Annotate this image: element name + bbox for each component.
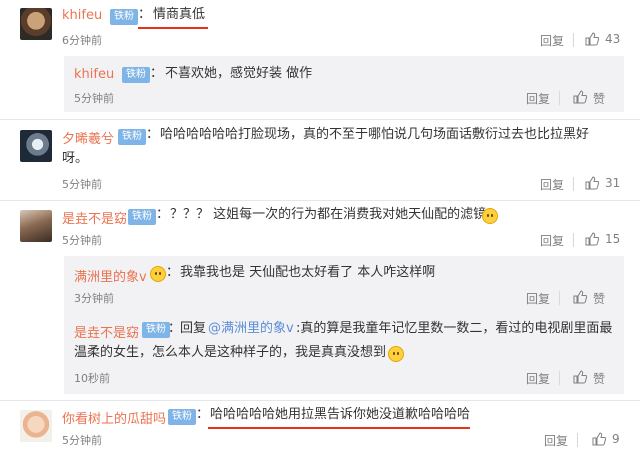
divider [559, 91, 560, 105]
comment-divider [0, 400, 640, 401]
reply-button[interactable]: 回复 [526, 290, 550, 307]
comment-text-line2: 呀。 [62, 151, 89, 166]
thumbs-up-icon[interactable] [585, 232, 599, 246]
timestamp: 5分钟前 [62, 178, 102, 191]
divider [573, 177, 574, 191]
highlight-underline [138, 27, 208, 29]
comment-text: 哈哈哈哈哈她用拉黑告诉你她没道歉哈哈哈哈 [210, 407, 471, 422]
thumbs-up-icon[interactable] [585, 32, 599, 46]
like-count[interactable]: 43 [605, 32, 620, 46]
timestamp: 5分钟前 [62, 434, 102, 447]
username[interactable]: 是垚不是窈 [62, 208, 127, 227]
reply-prefix: 回复 [180, 321, 207, 336]
avatar[interactable] [20, 410, 52, 442]
timestamp: 5分钟前 [74, 92, 114, 105]
thumbs-up-icon[interactable] [573, 290, 587, 304]
emoji-icon [150, 266, 166, 282]
username[interactable]: 你看树上的瓜甜吗 [62, 408, 166, 427]
reply-text-line1: :真的算是我童年记忆里数一数二，看过的电视剧里面最 [296, 321, 613, 336]
fan-badge[interactable]: 铁粉 [118, 129, 146, 145]
fan-badge[interactable]: 铁粉 [128, 209, 156, 225]
reply-button[interactable]: 回复 [526, 370, 550, 387]
reply-text: 我靠我也是 天仙配也太好看了 本人咋这样啊 [180, 265, 436, 280]
highlight-underline [208, 427, 470, 429]
comment-text: ？？？ 这姐每一次的行为都在消费我对她天仙配的滤镜 [170, 207, 487, 222]
username[interactable]: 满洲里的象v [74, 266, 147, 285]
comment-text: 情商真低 [153, 7, 206, 22]
like-label[interactable]: 赞 [593, 90, 605, 107]
thumbs-up-icon[interactable] [573, 370, 587, 384]
avatar[interactable] [20, 8, 52, 40]
fan-badge[interactable]: 铁粉 [168, 409, 196, 425]
timestamp: 6分钟前 [62, 34, 102, 47]
reply-button[interactable]: 回复 [540, 32, 564, 49]
username[interactable]: khifeu [62, 8, 102, 23]
avatar[interactable] [20, 130, 52, 162]
divider [559, 291, 560, 305]
separator: ： [150, 66, 164, 81]
like-count[interactable]: 31 [605, 176, 620, 190]
reply-button[interactable]: 回复 [540, 176, 564, 193]
divider [559, 371, 560, 385]
like-label[interactable]: 赞 [593, 290, 605, 307]
emoji-icon [388, 346, 404, 362]
thumbs-up-icon[interactable] [585, 176, 599, 190]
like-count[interactable]: 9 [612, 432, 620, 446]
timestamp: 3分钟前 [74, 292, 114, 305]
comment-divider [0, 200, 640, 201]
fan-badge[interactable]: 铁粉 [142, 322, 170, 338]
thumbs-up-icon[interactable] [573, 90, 587, 104]
reply-text-line2: 温柔的女生，怎么本人是这种样子的，我是真真没想到 [74, 345, 387, 360]
separator: ： [196, 407, 210, 422]
comment-divider [0, 119, 640, 120]
reply-button[interactable]: 回复 [540, 232, 564, 249]
avatar[interactable] [20, 210, 52, 242]
divider [573, 233, 574, 247]
separator: ： [146, 127, 160, 142]
thumbs-up-icon[interactable] [592, 432, 606, 446]
fan-badge[interactable]: 铁粉 [110, 9, 138, 25]
like-label[interactable]: 赞 [593, 370, 605, 387]
reply-text: 不喜欢她，感觉好装 做作 [165, 66, 313, 81]
divider [573, 33, 574, 47]
separator: ： [138, 7, 152, 22]
username[interactable]: 是垚不是窈 [74, 322, 139, 341]
username[interactable]: khifeu [74, 67, 114, 82]
mention-link[interactable]: @满洲里的象v [208, 318, 294, 339]
reply-button[interactable]: 回复 [544, 432, 568, 449]
comment-text-line1: 哈哈哈哈哈哈打脸现场，真的不至于哪怕说几句场面话敷衍过去也比拉黑好 [160, 127, 590, 142]
divider [577, 433, 578, 447]
separator: ： [156, 207, 170, 222]
timestamp: 10秒前 [74, 372, 110, 385]
reply-button[interactable]: 回复 [526, 90, 550, 107]
timestamp: 5分钟前 [62, 234, 102, 247]
emoji-icon [482, 208, 498, 224]
like-count[interactable]: 15 [605, 232, 620, 246]
fan-badge[interactable]: 铁粉 [122, 67, 150, 83]
separator: ： [166, 265, 180, 280]
username[interactable]: 夕晞羲兮 [62, 128, 114, 147]
